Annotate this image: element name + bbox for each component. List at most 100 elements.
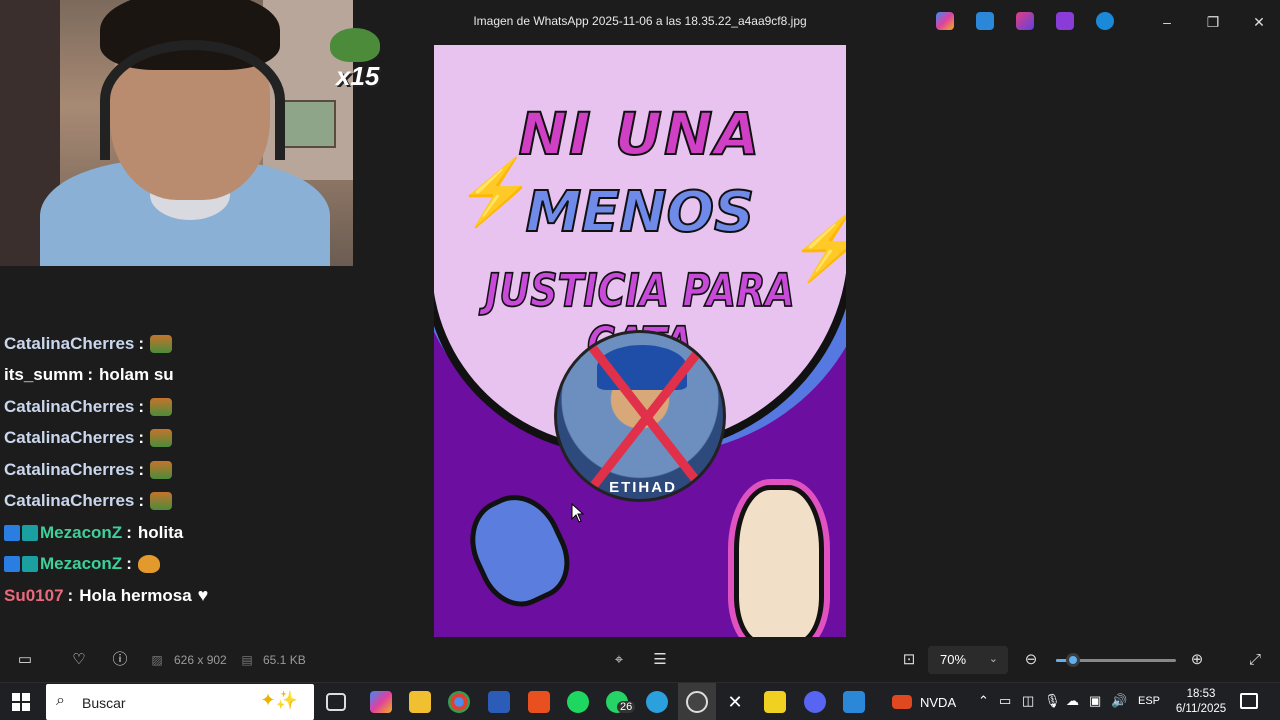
chat-username[interactable]: Su0107 (4, 586, 64, 606)
zoom-slider[interactable] (1056, 653, 1176, 667)
chat-message: CatalinaCherres: (4, 391, 424, 423)
taskbar: ⌕ Buscar ✦✨ 26 ✕ NVDA ⌃ ▭ ◫ 🎙 ☁ ▣ 🔊 ESP … (0, 682, 1280, 720)
chat-username[interactable]: CatalinaCherres (4, 460, 134, 480)
device-icon[interactable]: ▭ (999, 693, 1011, 709)
title-app-icons (936, 12, 1114, 30)
zoom-slider-knob[interactable] (1065, 653, 1080, 667)
visual-search-icon[interactable]: ⌖ (610, 651, 628, 669)
filesize-icon: ▤ (241, 653, 253, 667)
zoom-dropdown[interactable]: 70% ⌄ (928, 646, 1008, 674)
info-icon[interactable]: ⓘ (111, 651, 129, 669)
chat-message: CatalinaCherres: (4, 423, 424, 455)
microphone-icon[interactable]: 🎙 (1044, 693, 1061, 709)
dimensions-icon: ▨ (151, 653, 163, 667)
sticky-notes-icon[interactable] (764, 691, 786, 713)
brave-icon[interactable] (528, 691, 550, 713)
fit-to-screen-icon[interactable]: ⊡ (900, 651, 918, 669)
filmstrip-icon[interactable]: ▭ (16, 651, 34, 669)
minimize-button[interactable]: – (1144, 10, 1190, 34)
clipchamp-icon[interactable] (1056, 12, 1074, 30)
megaphone-icon (454, 481, 584, 619)
nvda-icon[interactable] (892, 695, 912, 709)
frog-emote-icon (330, 28, 380, 62)
fullscreen-icon[interactable]: ⤢ (1246, 651, 1264, 669)
paint-icon[interactable] (1016, 12, 1034, 30)
designer-icon[interactable] (976, 12, 994, 30)
chat-username[interactable]: CatalinaCherres (4, 334, 134, 354)
search-highlight-icon: ✦✨ (260, 690, 299, 710)
chevron-down-icon: ⌄ (988, 653, 998, 665)
chat-separator: : (138, 396, 145, 416)
image-dimensions: 626 x 902 (174, 653, 227, 667)
chat-text: holita (137, 522, 184, 542)
whatsapp-badge: 26 (617, 701, 636, 713)
poster-line-1: NI UNA (518, 99, 762, 169)
photos-icon[interactable] (843, 691, 865, 713)
chat-username[interactable]: MezaconZ (40, 554, 122, 574)
clock[interactable]: 18:53 6/11/2025 (1166, 687, 1236, 717)
language-indicator[interactable]: ESP (1138, 695, 1160, 707)
word-icon[interactable] (488, 691, 510, 713)
webcam-poster (278, 100, 336, 148)
taskbar-search[interactable]: ⌕ Buscar ✦✨ (46, 684, 314, 720)
viewer-image: ⚡ ⚡ NI UNA MENOS JUSTICIA PARA CATA ETIH… (434, 45, 846, 637)
network-icon[interactable]: ▣ (1089, 693, 1101, 709)
zoom-in-icon[interactable]: ⊕ (1188, 651, 1206, 669)
chat-list: CatalinaCherres: its_summ: holam su Catalin… (4, 328, 424, 612)
chat-message: Su0107: Hola hermosa ♥ (4, 580, 424, 612)
spotify-icon[interactable] (567, 691, 589, 713)
chat-username[interactable]: CatalinaCherres (4, 491, 134, 511)
poster-line-2: MENOS (525, 179, 756, 246)
task-view-icon[interactable] (326, 693, 346, 711)
meet-icon[interactable]: ◫ (1022, 693, 1034, 709)
chat-username[interactable]: MezaconZ (40, 523, 122, 543)
discord-icon[interactable] (804, 691, 826, 713)
heart-icon: ♥ (197, 585, 209, 606)
chat-separator: : (67, 585, 74, 605)
turtle-emote-icon (150, 334, 173, 353)
cloud-icon[interactable]: ☁ (1066, 693, 1079, 709)
clock-time: 18:53 (1186, 688, 1216, 700)
chat-message: its_summ: holam su (4, 360, 424, 392)
text-extract-icon[interactable]: ☰ (651, 651, 669, 669)
chat-separator: : (138, 459, 145, 479)
notifications-icon[interactable] (1240, 693, 1258, 709)
chrome-icon[interactable] (448, 691, 470, 713)
chat-separator: : (126, 522, 132, 542)
sub-badge-icon (4, 524, 20, 541)
combo-count: x15 (336, 61, 380, 91)
chat-separator: : (126, 554, 132, 574)
copilot-icon[interactable] (936, 12, 954, 30)
obs-icon[interactable] (686, 691, 708, 713)
telegram-icon[interactable] (646, 691, 668, 713)
clock-date: 6/11/2025 (1175, 703, 1227, 715)
zoom-out-icon[interactable]: ⊖ (1022, 651, 1040, 669)
chat-username[interactable]: CatalinaCherres (4, 397, 134, 417)
turtle-emote-icon (150, 460, 173, 479)
nvda-label: NVDA (920, 695, 957, 710)
windows-start-icon[interactable] (12, 693, 30, 711)
crossed-cat-image: ETIHAD (554, 330, 726, 502)
favorite-heart-icon[interactable]: ♡ (70, 651, 88, 669)
chat-username[interactable]: CatalinaCherres (4, 428, 134, 448)
onedrive-icon[interactable] (1096, 12, 1114, 30)
chat-message: CatalinaCherres: (4, 486, 424, 518)
sub-badge-icon (4, 556, 20, 573)
search-icon: ⌕ (56, 692, 65, 709)
search-placeholder: Buscar (82, 695, 126, 711)
restore-button[interactable]: ❐ (1190, 10, 1236, 34)
file-explorer-icon[interactable] (409, 691, 431, 713)
mouse-cursor-icon (571, 503, 585, 523)
x-icon[interactable]: ✕ (724, 691, 746, 713)
window-controls: – ❐ ✕ (1144, 10, 1280, 34)
copilot-taskbar-icon[interactable] (370, 691, 392, 713)
sub-badge-icon (22, 556, 38, 573)
viewer-infobar: ▭ ♡ ⓘ ▨ 626 x 902 ▤ 65.1 KB ⌖ ☰ ⊡ 70% ⌄ … (0, 638, 1280, 682)
chat-username[interactable]: its_summ (4, 365, 83, 385)
volume-icon[interactable]: 🔊 (1111, 693, 1127, 709)
close-button[interactable]: ✕ (1236, 10, 1280, 34)
chat-message: CatalinaCherres: (4, 328, 424, 360)
cat-emote-icon (137, 555, 160, 574)
chevron-up-icon[interactable]: ⌃ (978, 693, 989, 709)
chat-message: MezaconZ: (4, 549, 424, 581)
